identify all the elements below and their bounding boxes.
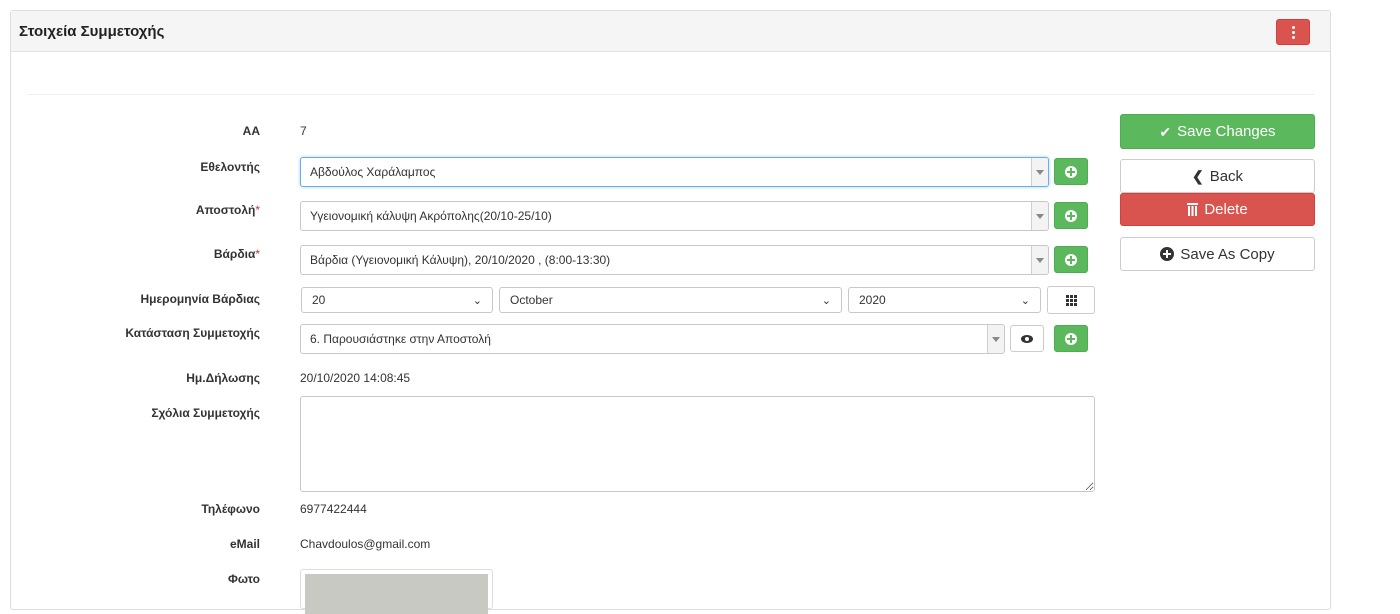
panel-header: Στοιχεία Συμμετοχής bbox=[11, 11, 1330, 52]
kebab-menu-icon bbox=[1291, 25, 1295, 29]
required-mark: * bbox=[255, 247, 260, 261]
volunteer-select-value: Αβδούλος Χαράλαμπος bbox=[310, 165, 436, 179]
comments-textarea[interactable] bbox=[300, 396, 1095, 492]
add-mission-button[interactable] bbox=[1054, 202, 1088, 229]
shift-date-label: Ημερομηνία Βάρδιας bbox=[140, 292, 260, 306]
volunteer-label: Εθελοντής bbox=[200, 160, 260, 174]
section-divider bbox=[28, 94, 1314, 95]
plus-circle-icon bbox=[1160, 247, 1175, 261]
add-status-button[interactable] bbox=[1054, 325, 1088, 352]
status-label: Κατάσταση Συμμετοχής bbox=[125, 326, 260, 340]
chevron-down-icon: ⌄ bbox=[1020, 295, 1030, 307]
eye-icon bbox=[1021, 334, 1033, 343]
declaration-date-value: 20/10/2020 14:08:45 bbox=[300, 371, 411, 385]
photo-image bbox=[305, 574, 488, 614]
save-as-copy-button[interactable]: Save As Copy bbox=[1120, 237, 1315, 271]
required-mark: * bbox=[255, 203, 260, 217]
shift-year-select[interactable]: 2020 ⌄ bbox=[848, 287, 1041, 313]
aa-value: 7 bbox=[300, 124, 307, 138]
mission-label: Αποστολή* bbox=[195, 203, 260, 217]
phone-label: Τηλέφωνο bbox=[201, 502, 260, 516]
comments-label: Σχόλια Συμμετοχής bbox=[151, 406, 260, 420]
check-icon: ✔ bbox=[1159, 123, 1172, 140]
calendar-button[interactable] bbox=[1047, 286, 1095, 314]
phone-value: 6977422444 bbox=[300, 502, 367, 516]
view-status-button[interactable] bbox=[1010, 325, 1044, 352]
delete-button[interactable]: Delete bbox=[1120, 193, 1315, 226]
shift-day-select[interactable]: 20 ⌄ bbox=[301, 287, 493, 313]
chevron-left-icon: ❮ bbox=[1191, 168, 1204, 184]
status-select-value: 6. Παρουσιάστηκε στην Αποστολή bbox=[310, 332, 491, 346]
trash-icon bbox=[1187, 203, 1199, 216]
email-label: eMail bbox=[229, 537, 260, 551]
email-value: Chavdoulos@gmail.com bbox=[300, 537, 431, 551]
chevron-down-icon bbox=[1031, 158, 1048, 186]
grid-calendar-icon bbox=[1065, 294, 1077, 306]
back-button[interactable]: ❮ Back bbox=[1120, 159, 1315, 193]
panel-title: Στοιχεία Συμμετοχής bbox=[19, 23, 165, 40]
plus-circle-icon bbox=[1065, 165, 1077, 178]
mission-select[interactable]: Υγειονομική κάλυψη Ακρόπολης(20/10-25/10… bbox=[300, 201, 1049, 231]
chevron-down-icon bbox=[1031, 202, 1048, 230]
chevron-down-icon bbox=[987, 325, 1004, 353]
shift-month-select[interactable]: October ⌄ bbox=[499, 287, 842, 313]
declaration-date-label: Ημ.Δήλωσης bbox=[186, 371, 260, 385]
volunteer-select[interactable]: Αβδούλος Χαράλαμπος bbox=[300, 157, 1049, 187]
chevron-down-icon: ⌄ bbox=[472, 295, 482, 307]
plus-circle-icon bbox=[1065, 253, 1077, 266]
kebab-menu-button[interactable] bbox=[1276, 19, 1310, 45]
shift-select[interactable]: Βάρδια (Υγειονομική Κάλυψη), 20/10/2020 … bbox=[300, 245, 1049, 275]
photo-thumbnail[interactable] bbox=[300, 569, 493, 614]
aa-label: AA bbox=[242, 124, 260, 138]
status-select[interactable]: 6. Παρουσιάστηκε στην Αποστολή bbox=[300, 324, 1005, 354]
plus-circle-icon bbox=[1065, 209, 1077, 222]
mission-select-value: Υγειονομική κάλυψη Ακρόπολης(20/10-25/10… bbox=[310, 209, 552, 223]
add-volunteer-button[interactable] bbox=[1054, 158, 1088, 185]
save-changes-button[interactable]: ✔ Save Changes bbox=[1120, 114, 1315, 149]
shift-label: Βάρδια* bbox=[213, 247, 260, 261]
chevron-down-icon: ⌄ bbox=[821, 295, 831, 307]
plus-circle-icon bbox=[1065, 332, 1077, 345]
add-shift-button[interactable] bbox=[1054, 246, 1088, 273]
chevron-down-icon bbox=[1031, 246, 1048, 274]
photo-label: Φωτο bbox=[227, 572, 260, 586]
shift-select-value: Βάρδια (Υγειονομική Κάλυψη), 20/10/2020 … bbox=[310, 253, 611, 267]
